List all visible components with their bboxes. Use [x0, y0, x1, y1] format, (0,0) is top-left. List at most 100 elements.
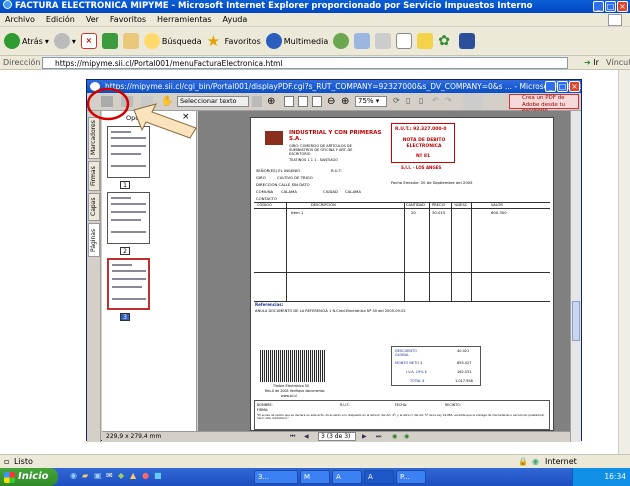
media-icon — [265, 33, 282, 49]
mail-quick-icon[interactable]: ✉ — [106, 471, 113, 480]
chevron-down-icon: ▾ — [44, 36, 49, 46]
fit-page-icon[interactable] — [298, 96, 308, 107]
close-button[interactable]: × — [617, 1, 628, 12]
folder-icon[interactable] — [417, 33, 434, 49]
main-scrollbar[interactable] — [618, 70, 630, 454]
zoom-out-icon[interactable]: ⊖ — [327, 96, 337, 107]
undo-icon[interactable]: ↶ — [432, 96, 439, 105]
app4-quick-icon[interactable]: ■ — [154, 471, 162, 480]
total-value-total: 1.017.958 — [455, 379, 473, 383]
app2-quick-icon[interactable]: ▲ — [130, 471, 136, 480]
document-type: NOTA DE DEBITO ELECTRONICA — [402, 138, 446, 149]
print-icon[interactable] — [375, 33, 392, 49]
taskbar-item-4[interactable]: A — [364, 470, 394, 484]
popup-minimize-button[interactable]: _ — [545, 81, 556, 92]
desktop-quick-icon[interactable]: ▣ — [94, 471, 102, 480]
footer-signature-label: FIRMA: — [257, 408, 269, 412]
col-header-descripcion: DESCRIPCION — [311, 203, 336, 207]
taskbar-item-2[interactable]: M — [300, 470, 330, 484]
redo-icon[interactable]: ↷ — [445, 96, 452, 105]
popup-close-button[interactable]: × — [569, 81, 580, 92]
page-number-input[interactable]: 3 (3 de 3) — [318, 432, 356, 441]
multimedia-button[interactable]: Multimedia — [265, 33, 328, 49]
zoom-in-icon[interactable]: ⊕ — [341, 96, 351, 107]
rotate-icon[interactable]: ⟳ — [393, 96, 400, 105]
help-icon[interactable] — [463, 94, 483, 109]
next-page-icon[interactable]: ▶ — [362, 432, 367, 442]
minimize-button[interactable]: _ — [593, 1, 604, 12]
continuous-icon[interactable]: ▯ — [419, 96, 423, 105]
company-name: INDUSTRIAL Y CON PRIMERAS S.A. — [289, 130, 382, 142]
go-button[interactable]: Ir — [593, 58, 599, 67]
page-thumbnail-2[interactable] — [107, 192, 150, 244]
page-icon[interactable] — [284, 96, 294, 107]
taskbar-item-1[interactable]: 3... — [254, 470, 298, 484]
page-thumbnail-3[interactable] — [107, 258, 150, 310]
favorites-button[interactable]: ★ Favoritos — [207, 33, 261, 49]
address-input[interactable]: https://mipyme.sii.cl/Portal001/menuFact… — [42, 57, 568, 69]
home-icon[interactable] — [122, 33, 139, 49]
go-back-icon[interactable]: ◉ — [392, 432, 397, 442]
snapshot-icon[interactable] — [252, 96, 262, 107]
taskbar-item-3[interactable]: A — [332, 470, 362, 484]
issuer-rut: R.U.T.: 92.327.000-0 — [395, 127, 447, 132]
acrobat-ad-button[interactable]: Crea un PDF de Adobe desde tu escritorio — [509, 94, 579, 114]
maximize-button[interactable]: □ — [605, 1, 616, 12]
folder-quick-icon[interactable]: ▰ — [82, 471, 88, 480]
window-title-bar: FACTURA ELECTRONICA MIPYME - Microsoft I… — [0, 0, 630, 13]
scroll-thumb[interactable] — [572, 301, 580, 341]
refresh-icon[interactable] — [101, 33, 118, 49]
history-icon[interactable] — [333, 33, 350, 49]
forward-button[interactable]: ▾ — [53, 33, 76, 49]
pdf417-barcode — [260, 350, 326, 382]
lock-icon: 🔒 — [518, 457, 528, 466]
taskbar-item-5[interactable]: P... — [396, 470, 426, 484]
ie-quick-icon[interactable]: ◉ — [70, 471, 77, 480]
total-label-discount: DESCUENTO GLOBAL — [395, 349, 417, 357]
document-scrollbar[interactable] — [570, 111, 581, 442]
company-giro: GIRO: COMERCIO DE ARTÍCULOS DE SUMINISTR… — [289, 144, 353, 157]
menu-ver[interactable]: Ver — [86, 13, 99, 26]
prev-page-icon[interactable]: ◀ — [304, 432, 309, 442]
last-page-icon[interactable]: ⏭ — [376, 432, 381, 442]
footer-legal-text: "El acuse de recibo que se declara en es… — [257, 413, 545, 421]
first-page-icon[interactable]: ⏮ — [290, 432, 295, 442]
menu-edicion[interactable]: Edición — [46, 13, 75, 26]
menu-ayuda[interactable]: Ayuda — [223, 13, 248, 26]
links-label[interactable]: Vínculos — [606, 56, 630, 70]
messenger-icon[interactable]: ✿ — [438, 33, 454, 49]
popup-maximize-button[interactable]: □ — [557, 81, 568, 92]
menu-archivo[interactable]: Archivo — [5, 13, 35, 26]
zone-text: Internet — [545, 457, 577, 466]
col-header-precio: PRECIO — [432, 203, 446, 207]
total-label-total: TOTAL $ — [410, 379, 425, 383]
fit-width-icon[interactable] — [312, 96, 322, 107]
research-icon[interactable] — [459, 33, 476, 49]
item-value: 600.300 — [491, 210, 507, 215]
tab-paginas[interactable]: Páginas — [88, 223, 100, 257]
forward-arrow-icon — [53, 33, 70, 49]
go-forward-icon[interactable]: ◉ — [404, 432, 409, 442]
star-icon: ★ — [206, 32, 221, 50]
menu-herramientas[interactable]: Herramientas — [157, 13, 212, 26]
globe-icon: ◉ — [532, 457, 539, 466]
references-text: ANULA DOCUMENTO DE LA REFERENCIA 1 N.Cre… — [255, 309, 406, 313]
zoom-select[interactable]: 75% ▾ — [355, 96, 387, 107]
status-text: Listo — [14, 457, 33, 466]
app3-quick-icon[interactable]: ● — [142, 471, 149, 480]
mail-icon[interactable] — [354, 33, 371, 49]
tab-capas[interactable]: Capas — [88, 193, 100, 221]
stop-icon[interactable]: × — [80, 33, 97, 49]
tab-firmas[interactable]: Firmas — [88, 161, 100, 191]
total-label-iva: I.V.A. 19% $ — [406, 370, 427, 374]
back-button[interactable]: Atrás ▾ — [4, 33, 49, 49]
menu-favoritos[interactable]: Favoritos — [110, 13, 146, 26]
single-page-icon[interactable]: ▯ — [406, 96, 410, 105]
edit-icon[interactable] — [396, 33, 413, 49]
app-quick-icon[interactable]: ◆ — [118, 471, 124, 480]
zoom-in-icon[interactable]: ⊕ — [267, 96, 279, 107]
total-value-discount: 40.021 — [457, 349, 470, 353]
arrow-annotation — [133, 103, 197, 139]
search-button[interactable]: Búsqueda — [143, 33, 202, 49]
page-number-1: 1 — [120, 181, 130, 189]
